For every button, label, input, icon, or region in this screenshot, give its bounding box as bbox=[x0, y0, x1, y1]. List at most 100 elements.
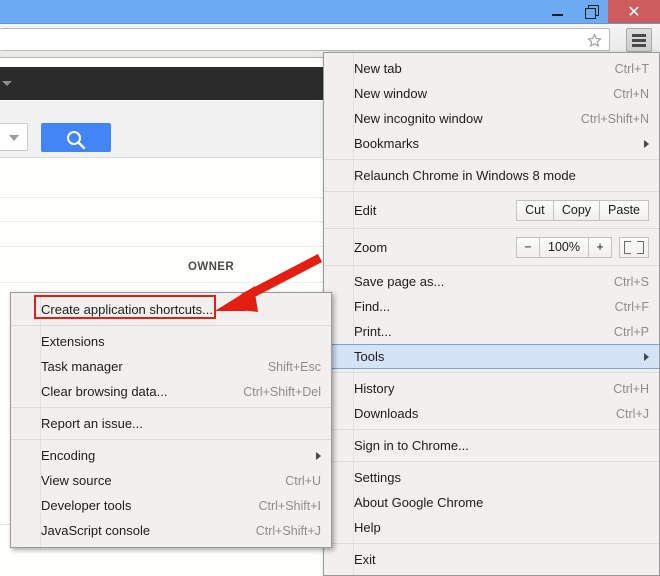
title-bar: ✕ bbox=[0, 0, 660, 24]
hamburger-icon bbox=[632, 43, 646, 47]
tools-submenu: Create application shortcuts... Extensio… bbox=[10, 292, 332, 548]
submenu-item-clear-browsing-data[interactable]: Clear browsing data... Ctrl+Shift+Del bbox=[11, 379, 331, 404]
menu-item-label: Downloads bbox=[354, 406, 419, 421]
menu-item-label: Settings bbox=[354, 470, 401, 485]
menu-item-accel: Ctrl+Shift+I bbox=[258, 498, 321, 513]
chrome-menu-button[interactable] bbox=[626, 28, 652, 52]
menu-item-tools[interactable]: Tools bbox=[324, 344, 659, 369]
menu-item-label: About Google Chrome bbox=[354, 495, 484, 510]
menu-item-print[interactable]: Print... Ctrl+P bbox=[324, 319, 659, 344]
menu-item-label: Encoding bbox=[41, 448, 96, 463]
menu-item-label: Bookmarks bbox=[354, 136, 420, 151]
zoom-out-button[interactable]: − bbox=[516, 236, 541, 258]
menu-item-accel: Ctrl+H bbox=[613, 381, 649, 396]
edit-buttons: Cut Copy Paste bbox=[515, 199, 649, 221]
menu-separator bbox=[324, 372, 659, 373]
zoom-in-button[interactable]: + bbox=[588, 236, 612, 258]
menu-item-label: Print... bbox=[354, 324, 392, 339]
window-controls: ✕ bbox=[540, 0, 660, 23]
cut-button[interactable]: Cut bbox=[515, 199, 554, 221]
submenu-item-report-an-issue[interactable]: Report an issue... bbox=[11, 411, 331, 436]
menu-item-new-incognito-window[interactable]: New incognito window Ctrl+Shift+N bbox=[324, 106, 659, 131]
menu-item-label: Save page as... bbox=[354, 274, 445, 289]
menu-item-label: History bbox=[354, 381, 395, 396]
minimize-button[interactable] bbox=[540, 0, 574, 23]
site-dark-toolbar bbox=[0, 67, 332, 100]
menu-item-zoom: Zoom − 100% + bbox=[324, 232, 659, 262]
menu-item-label: New incognito window bbox=[354, 111, 483, 126]
zoom-controls: − 100% + bbox=[516, 236, 649, 258]
menu-separator bbox=[11, 325, 331, 326]
menu-item-label: Exit bbox=[354, 552, 376, 567]
submenu-item-create-application-shortcuts[interactable]: Create application shortcuts... bbox=[11, 295, 331, 322]
menu-separator bbox=[324, 159, 659, 160]
menu-item-help[interactable]: Help bbox=[324, 515, 659, 540]
search-icon bbox=[67, 131, 86, 150]
star-icon[interactable] bbox=[587, 33, 602, 48]
menu-separator bbox=[324, 265, 659, 266]
menu-item-settings[interactable]: Settings bbox=[324, 465, 659, 490]
menu-item-label: Zoom bbox=[354, 239, 388, 255]
row-divider bbox=[0, 221, 332, 222]
menu-item-accel: Ctrl+F bbox=[614, 299, 649, 314]
fullscreen-button[interactable] bbox=[619, 236, 649, 258]
menu-item-about-google-chrome[interactable]: About Google Chrome bbox=[324, 490, 659, 515]
menu-item-label: View source bbox=[41, 473, 112, 488]
chevron-down-icon bbox=[2, 81, 12, 86]
menu-item-edit: Edit Cut Copy Paste bbox=[324, 195, 659, 225]
row-divider bbox=[0, 282, 332, 283]
filter-dropdown[interactable] bbox=[0, 123, 28, 151]
menu-item-label: Clear browsing data... bbox=[41, 384, 168, 399]
hamburger-icon bbox=[632, 38, 646, 42]
menu-item-bookmarks[interactable]: Bookmarks bbox=[324, 131, 659, 156]
menu-item-find[interactable]: Find... Ctrl+F bbox=[324, 294, 659, 319]
menu-item-accel: Ctrl+T bbox=[614, 61, 649, 76]
copy-button[interactable]: Copy bbox=[552, 199, 601, 221]
column-header-owner: OWNER bbox=[188, 261, 235, 273]
restore-button[interactable] bbox=[574, 0, 608, 23]
menu-item-accel: Ctrl+S bbox=[613, 274, 649, 289]
menu-item-label: New tab bbox=[354, 61, 402, 76]
menu-separator bbox=[324, 191, 659, 192]
menu-item-accel: Ctrl+Shift+Del bbox=[243, 384, 321, 399]
menu-separator bbox=[11, 407, 331, 408]
close-icon: ✕ bbox=[627, 1, 641, 21]
menu-item-save-page-as[interactable]: Save page as... Ctrl+S bbox=[324, 269, 659, 294]
menu-item-accel: Ctrl+J bbox=[616, 406, 649, 421]
menu-item-label: Task manager bbox=[41, 359, 123, 374]
menu-item-accel: Ctrl+Shift+N bbox=[580, 111, 649, 126]
menu-item-history[interactable]: History Ctrl+H bbox=[324, 376, 659, 401]
menu-item-new-tab[interactable]: New tab Ctrl+T bbox=[324, 56, 659, 81]
paste-button[interactable]: Paste bbox=[599, 199, 649, 221]
submenu-item-developer-tools[interactable]: Developer tools Ctrl+Shift+I bbox=[11, 493, 331, 518]
menu-item-label: Relaunch Chrome in Windows 8 mode bbox=[354, 168, 576, 183]
submenu-item-encoding[interactable]: Encoding bbox=[11, 443, 331, 468]
menu-separator bbox=[324, 461, 659, 462]
close-button[interactable]: ✕ bbox=[608, 0, 660, 23]
menu-item-sign-in-to-chrome[interactable]: Sign in to Chrome... bbox=[324, 433, 659, 458]
menu-item-label: Tools bbox=[354, 349, 385, 364]
submenu-item-task-manager[interactable]: Task manager Shift+Esc bbox=[11, 354, 331, 379]
menu-item-exit[interactable]: Exit bbox=[324, 547, 659, 572]
menu-item-new-window[interactable]: New window Ctrl+N bbox=[324, 81, 659, 106]
menu-item-accel: Ctrl+U bbox=[285, 473, 321, 488]
row-divider bbox=[0, 246, 332, 247]
menu-item-downloads[interactable]: Downloads Ctrl+J bbox=[324, 401, 659, 426]
chevron-down-icon bbox=[9, 135, 19, 141]
menu-item-relaunch-windows8[interactable]: Relaunch Chrome in Windows 8 mode bbox=[324, 163, 659, 188]
search-button[interactable] bbox=[41, 123, 111, 152]
menu-item-label: Find... bbox=[354, 299, 391, 314]
menu-item-accel: Shift+Esc bbox=[267, 359, 321, 374]
address-bar[interactable] bbox=[0, 28, 610, 51]
restore-icon bbox=[584, 5, 599, 19]
menu-item-label: Extensions bbox=[41, 334, 105, 349]
submenu-item-view-source[interactable]: View source Ctrl+U bbox=[11, 468, 331, 493]
menu-item-label: Create application shortcuts... bbox=[41, 302, 213, 317]
menu-item-label: Edit bbox=[354, 202, 377, 218]
menu-item-label: Report an issue... bbox=[41, 416, 143, 431]
menu-separator bbox=[324, 429, 659, 430]
hamburger-icon bbox=[632, 33, 646, 37]
menu-separator bbox=[324, 543, 659, 544]
submenu-item-extensions[interactable]: Extensions bbox=[11, 329, 331, 354]
chevron-right-icon bbox=[644, 139, 649, 148]
